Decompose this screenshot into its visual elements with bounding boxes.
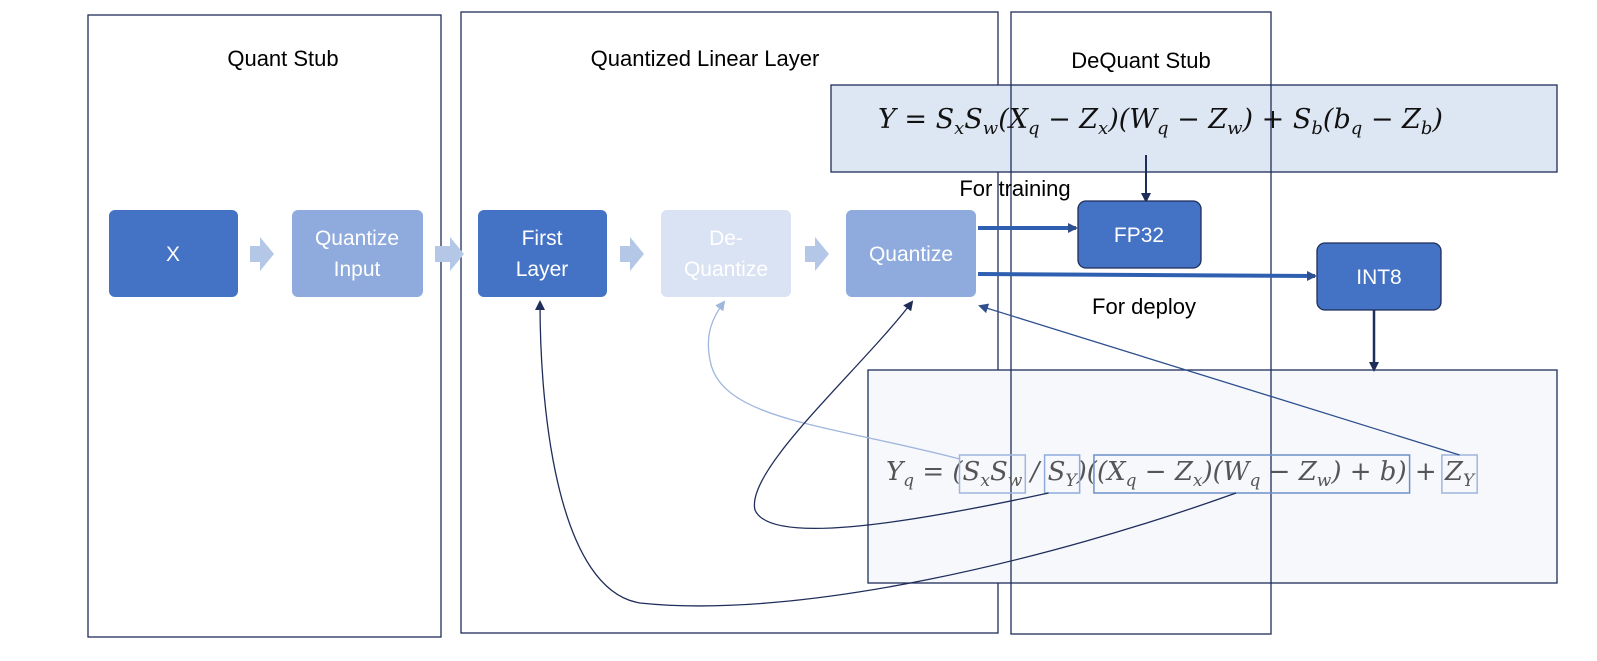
for-training-label: For training	[959, 176, 1070, 201]
svg-text:FP32: FP32	[1114, 224, 1164, 247]
dequant-stub-title: DeQuant Stub	[1071, 48, 1210, 73]
quantized-linear-layer-title: Quantized Linear Layer	[591, 46, 820, 71]
deploy-formula: Yq = (SxSw / SY)((Xq − Zx)(Wq − Zw) + b)…	[886, 457, 1476, 491]
quantization-diagram: Quant Stub Quantized Linear Layer DeQuan…	[0, 0, 1597, 661]
svg-text:X: X	[166, 243, 180, 266]
node-int8[interactable]: INT8	[1316, 242, 1442, 311]
quant-stub-title: Quant Stub	[227, 46, 338, 71]
node-first-layer[interactable]: First Layer	[478, 210, 607, 297]
node-fp32[interactable]: FP32	[1077, 200, 1202, 269]
svg-text:Input: Input	[334, 258, 381, 281]
svg-text:INT8: INT8	[1356, 266, 1402, 289]
svg-text:First: First	[522, 227, 563, 250]
svg-text:Layer: Layer	[516, 258, 569, 281]
svg-text:Quantize: Quantize	[315, 227, 399, 250]
node-x[interactable]: X	[109, 210, 238, 297]
node-quantize[interactable]: Quantize	[846, 210, 976, 297]
for-deploy-label: For deploy	[1092, 294, 1196, 319]
deploy-arrow	[977, 270, 1317, 281]
svg-text:De-: De-	[709, 227, 743, 250]
node-dequantize[interactable]: De- Quantize	[661, 210, 791, 297]
node-quantize-input[interactable]: Quantize Input	[292, 210, 423, 297]
svg-text:Quantize: Quantize	[869, 243, 953, 266]
svg-text:Quantize: Quantize	[684, 258, 768, 281]
quant-stub-region	[87, 14, 442, 638]
